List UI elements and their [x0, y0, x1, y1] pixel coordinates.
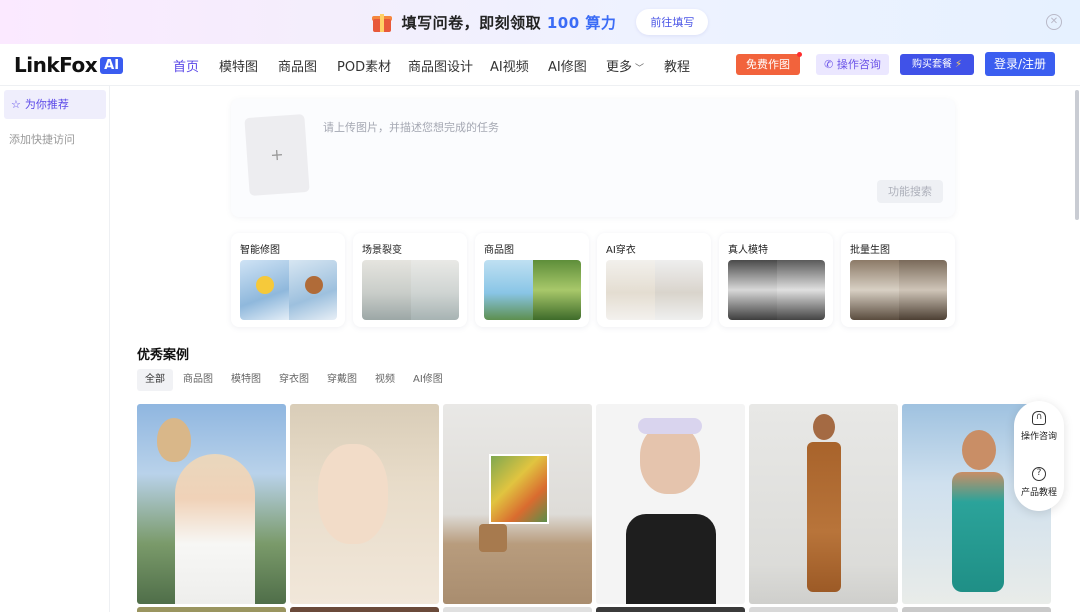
nav-item-ai-video[interactable]: AI视频 — [490, 56, 529, 75]
buy-plan-label: 购买套餐 — [911, 59, 952, 70]
buy-plan-button[interactable]: 购买套餐 ⚡ — [900, 54, 974, 75]
float-consult[interactable]: ∩ 操作咨询 — [1014, 411, 1064, 442]
sidebar-item-label: 为你推荐 — [24, 98, 69, 111]
feature-title: 真人模特 — [728, 245, 768, 256]
add-quick-access[interactable]: 添加快捷访问 — [9, 131, 75, 147]
feature-title: AI穿衣 — [606, 245, 636, 256]
floating-help: ∩ 操作咨询 ? 产品教程 — [1014, 401, 1064, 511]
case-image-row2[interactable] — [137, 607, 286, 612]
nav-item-model[interactable]: 模特图 — [219, 56, 258, 75]
tab-product[interactable]: 商品图 — [175, 369, 221, 391]
feature-card-scene-variation[interactable]: 场景裂变 — [353, 233, 467, 327]
free-draw-button[interactable]: 免费作图 — [736, 52, 802, 75]
promo-text-main: 填写问卷，即刻领取 — [401, 13, 547, 32]
phone-icon: ✆ — [824, 58, 837, 71]
case-image-row2[interactable] — [596, 607, 745, 612]
case-image-row2[interactable] — [443, 607, 592, 612]
question-icon: ? — [1032, 467, 1046, 481]
case-image[interactable] — [137, 404, 286, 604]
star-icon: ☆ — [11, 98, 21, 111]
nav-item-home[interactable]: 首页 — [173, 56, 199, 75]
nav-item-product[interactable]: 商品图 — [278, 56, 317, 75]
feature-thumbnail — [606, 260, 703, 320]
feature-card-smart-retouch[interactable]: 智能修图 — [231, 233, 345, 327]
tab-all[interactable]: 全部 — [137, 369, 173, 391]
case-image[interactable] — [749, 404, 898, 604]
feature-thumbnail — [240, 260, 337, 320]
nav-item-ai-retouch[interactable]: AI修图 — [548, 56, 587, 75]
feature-card-ai-dressing[interactable]: AI穿衣 — [597, 233, 711, 327]
promo-text: 填写问卷，即刻领取 100 算力 — [402, 12, 617, 33]
cases-tabs: 全部 商品图 模特图 穿衣图 穿戴图 视频 AI修图 — [137, 369, 453, 391]
logo-word: LinkFox — [14, 53, 98, 77]
login-button[interactable]: 登录/注册 — [985, 52, 1055, 76]
feature-thumbnail — [484, 260, 581, 320]
plus-icon: + — [269, 144, 285, 165]
feature-card-batch-generate[interactable]: 批量生图 — [841, 233, 955, 327]
feature-thumbnail — [728, 260, 825, 320]
nav-item-product-design[interactable]: 商品图设计 — [408, 56, 473, 75]
lightning-icon: ⚡ — [954, 59, 963, 70]
feature-card-product-image[interactable]: 商品图 — [475, 233, 589, 327]
logo-badge: AI — [100, 56, 124, 74]
feature-thumbnail — [850, 260, 947, 320]
promo-banner: 填写问卷，即刻领取 100 算力 前往填写 ✕ — [0, 0, 1080, 44]
upload-image-button[interactable]: + — [244, 114, 310, 196]
feature-card-real-model[interactable]: 真人模特 — [719, 233, 833, 327]
nav-item-tutorial[interactable]: 教程 — [664, 56, 690, 75]
nav-item-more[interactable]: 更多 ﹀ — [606, 56, 644, 75]
float-consult-label: 操作咨询 — [1020, 432, 1057, 442]
tab-video[interactable]: 视频 — [367, 369, 403, 391]
case-image[interactable] — [443, 404, 592, 604]
tab-dressing[interactable]: 穿衣图 — [271, 369, 317, 391]
consult-button[interactable]: ✆ 操作咨询 — [816, 54, 889, 75]
case-image[interactable] — [290, 404, 439, 604]
sidebar: ☆ 为你推荐 添加快捷访问 — [0, 86, 110, 612]
feature-title: 场景裂变 — [362, 245, 402, 256]
feature-title: 批量生图 — [850, 245, 890, 256]
close-icon[interactable]: ✕ — [1046, 14, 1062, 30]
tab-wearing[interactable]: 穿戴图 — [319, 369, 365, 391]
notification-dot — [797, 52, 802, 57]
headset-icon: ∩ — [1032, 411, 1046, 425]
case-gallery — [137, 404, 1051, 612]
case-image-row2[interactable] — [902, 607, 1051, 612]
chevron-down-icon: ﹀ — [635, 64, 645, 74]
tab-ai-retouch[interactable]: AI修图 — [405, 369, 451, 391]
feature-thumbnail — [362, 260, 459, 320]
top-nav: LinkFox AI 首页 模特图 商品图 POD素材 商品图设计 AI视频 A… — [0, 44, 1080, 86]
logo[interactable]: LinkFox AI — [14, 53, 124, 77]
scrollbar[interactable] — [1075, 90, 1079, 220]
nav-item-more-label: 更多 — [606, 60, 633, 75]
cases-title: 优秀案例 — [137, 348, 190, 363]
free-draw-label: 免费作图 — [746, 58, 790, 71]
float-tutorial[interactable]: ? 产品教程 — [1014, 467, 1064, 498]
promo-highlight: 100 算力 — [546, 13, 617, 32]
upload-panel: + 请上传图片，并描述您想完成的任务 功能搜索 — [231, 99, 955, 217]
sidebar-item-recommend[interactable]: ☆ 为你推荐 — [4, 90, 106, 119]
gift-icon — [371, 12, 392, 32]
feature-search-button[interactable]: 功能搜索 — [877, 180, 943, 203]
task-input[interactable]: 请上传图片，并描述您想完成的任务 — [323, 119, 499, 135]
case-image-row2[interactable] — [749, 607, 898, 612]
feature-title: 智能修图 — [240, 245, 280, 256]
promo-go-button[interactable]: 前往填写 — [636, 9, 709, 35]
consult-label: 操作咨询 — [836, 58, 881, 71]
tab-model[interactable]: 模特图 — [223, 369, 269, 391]
nav-item-pod[interactable]: POD素材 — [337, 56, 391, 75]
float-tutorial-label: 产品教程 — [1020, 488, 1057, 498]
feature-title: 商品图 — [484, 245, 514, 256]
case-image-row2[interactable] — [290, 607, 439, 612]
case-image[interactable] — [596, 404, 745, 604]
